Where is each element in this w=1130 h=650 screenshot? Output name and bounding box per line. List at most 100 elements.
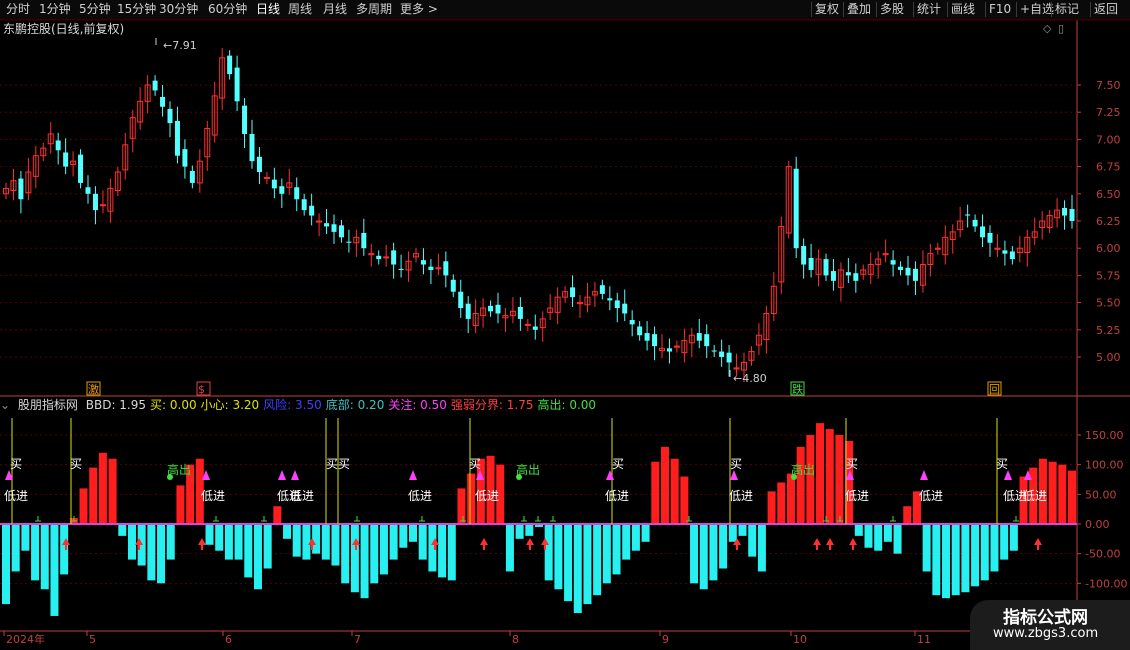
low-in-label: 低进: [4, 489, 28, 503]
ind-bar-neg: [980, 524, 989, 581]
candle-body-down: [823, 259, 829, 276]
ind-bar-neg: [505, 524, 514, 572]
candle-body-down: [570, 287, 576, 298]
ind-bar-neg: [234, 524, 243, 560]
low-price-label: ←4.80: [733, 372, 767, 385]
candle-body-down: [63, 152, 69, 167]
ind-bar-neg: [583, 524, 592, 605]
high-out-dot-icon: [791, 474, 797, 480]
ind-bar-neg: [2, 524, 10, 605]
ind-bar-neg: [438, 524, 447, 578]
candle-body-down: [391, 250, 397, 265]
candle-body-down: [801, 246, 807, 265]
low-in-arrow-icon: [409, 470, 417, 480]
ind-bar-neg: [942, 524, 951, 599]
red-up-arrow-icon: [849, 538, 857, 545]
ind-bar-pos: [79, 488, 88, 524]
ind-bar-neg: [573, 524, 582, 613]
ind-bar-pos: [806, 435, 815, 524]
red-up-arrow-icon: [480, 538, 488, 545]
low-in-label: 低进: [475, 489, 499, 503]
ind-bar-neg: [321, 524, 330, 560]
price-tick-label: 6.25: [1096, 215, 1121, 228]
candle-body-down: [465, 303, 471, 319]
candle-body-down: [331, 224, 337, 232]
date-label: 11: [917, 633, 931, 646]
candle-body-down: [234, 67, 240, 102]
candle-body-down: [167, 108, 173, 124]
ind-bar-neg: [215, 524, 224, 551]
event-marker-label: 激: [88, 382, 99, 396]
ind-bar-neg: [544, 524, 553, 581]
candle-body-down: [338, 225, 344, 238]
ind-bar-pos: [651, 461, 660, 524]
candle-body-down: [488, 305, 494, 312]
candle-body-down: [980, 226, 986, 238]
red-up-arrow-icon: [826, 538, 834, 545]
candle-body-down: [607, 298, 613, 301]
watermark-title: 指标公式网: [1003, 608, 1088, 628]
ind-bar-neg: [961, 524, 970, 593]
ind-bar-neg: [253, 524, 262, 590]
candle-body-down: [853, 273, 859, 281]
candle-body-down: [972, 219, 978, 227]
candle-body-down: [622, 303, 628, 314]
ind-bar-neg: [40, 524, 49, 590]
ind-bar-pos: [108, 458, 117, 524]
price-tick-label: 5.00: [1096, 351, 1121, 364]
candle-body-down: [271, 179, 277, 189]
ind-bar-neg: [11, 524, 20, 572]
ind-bar-neg: [21, 524, 30, 551]
price-tick-label: 7.50: [1096, 79, 1121, 92]
high-out-dot-icon: [167, 474, 173, 480]
ind-bar-pos: [457, 488, 466, 524]
ind-bar-neg: [641, 524, 650, 542]
ind-bar-pos: [825, 429, 834, 524]
ind-bar-neg: [612, 524, 621, 575]
ind-bar-neg: [127, 524, 136, 560]
candle-body-down: [987, 232, 993, 243]
buy-signal-label: 买: [996, 457, 1008, 471]
candle-body-down: [637, 326, 643, 336]
event-marker-label: $: [198, 383, 205, 396]
candle-body-down: [898, 266, 904, 270]
low-in-label: 低进: [845, 489, 869, 503]
candle-body-down: [92, 193, 98, 211]
date-label: 5: [89, 633, 96, 646]
red-up-arrow-icon: [813, 538, 821, 545]
ind-bar-neg: [244, 524, 253, 578]
ind-bar-neg: [719, 524, 728, 569]
candle-body-down: [905, 267, 911, 276]
ind-bar-pos: [796, 446, 805, 524]
high-out-dot-icon: [516, 474, 522, 480]
candle-body-up: [383, 256, 390, 259]
buy-signal-label: 买: [469, 457, 481, 471]
event-marker-label: 回: [989, 383, 1000, 396]
candle-body-down: [1069, 209, 1075, 221]
low-in-arrow-icon: [291, 470, 299, 480]
candle-body-down: [189, 170, 195, 183]
ind-bar-pos: [680, 476, 689, 524]
ind-tick-label: -100.00: [1085, 577, 1127, 590]
ind-bar-neg: [224, 524, 233, 560]
ind-bar-neg: [31, 524, 40, 581]
candle-body-down: [599, 285, 605, 294]
candle-body-down: [420, 260, 426, 265]
ind-bar-neg: [893, 524, 902, 554]
price-tick-label: 7.25: [1096, 106, 1121, 119]
low-in-label: 低进: [408, 489, 432, 503]
ind-bar-pos: [89, 467, 98, 524]
ind-tick-label: 100.00: [1085, 459, 1124, 472]
low-in-arrow-icon: [1004, 470, 1012, 480]
candle-body-down: [301, 199, 307, 211]
candle-body-down: [726, 352, 732, 363]
candle-body-down: [1062, 207, 1068, 216]
ind-bar-neg: [1009, 524, 1018, 551]
candle-body-down: [324, 223, 330, 227]
ind-bar-neg: [418, 524, 427, 560]
event-marker-label: 跌: [792, 382, 803, 396]
candle-body-down: [55, 140, 61, 151]
ind-bar-neg: [738, 524, 747, 536]
low-in-label: 低进: [729, 489, 753, 503]
candle-body-down: [666, 348, 672, 352]
